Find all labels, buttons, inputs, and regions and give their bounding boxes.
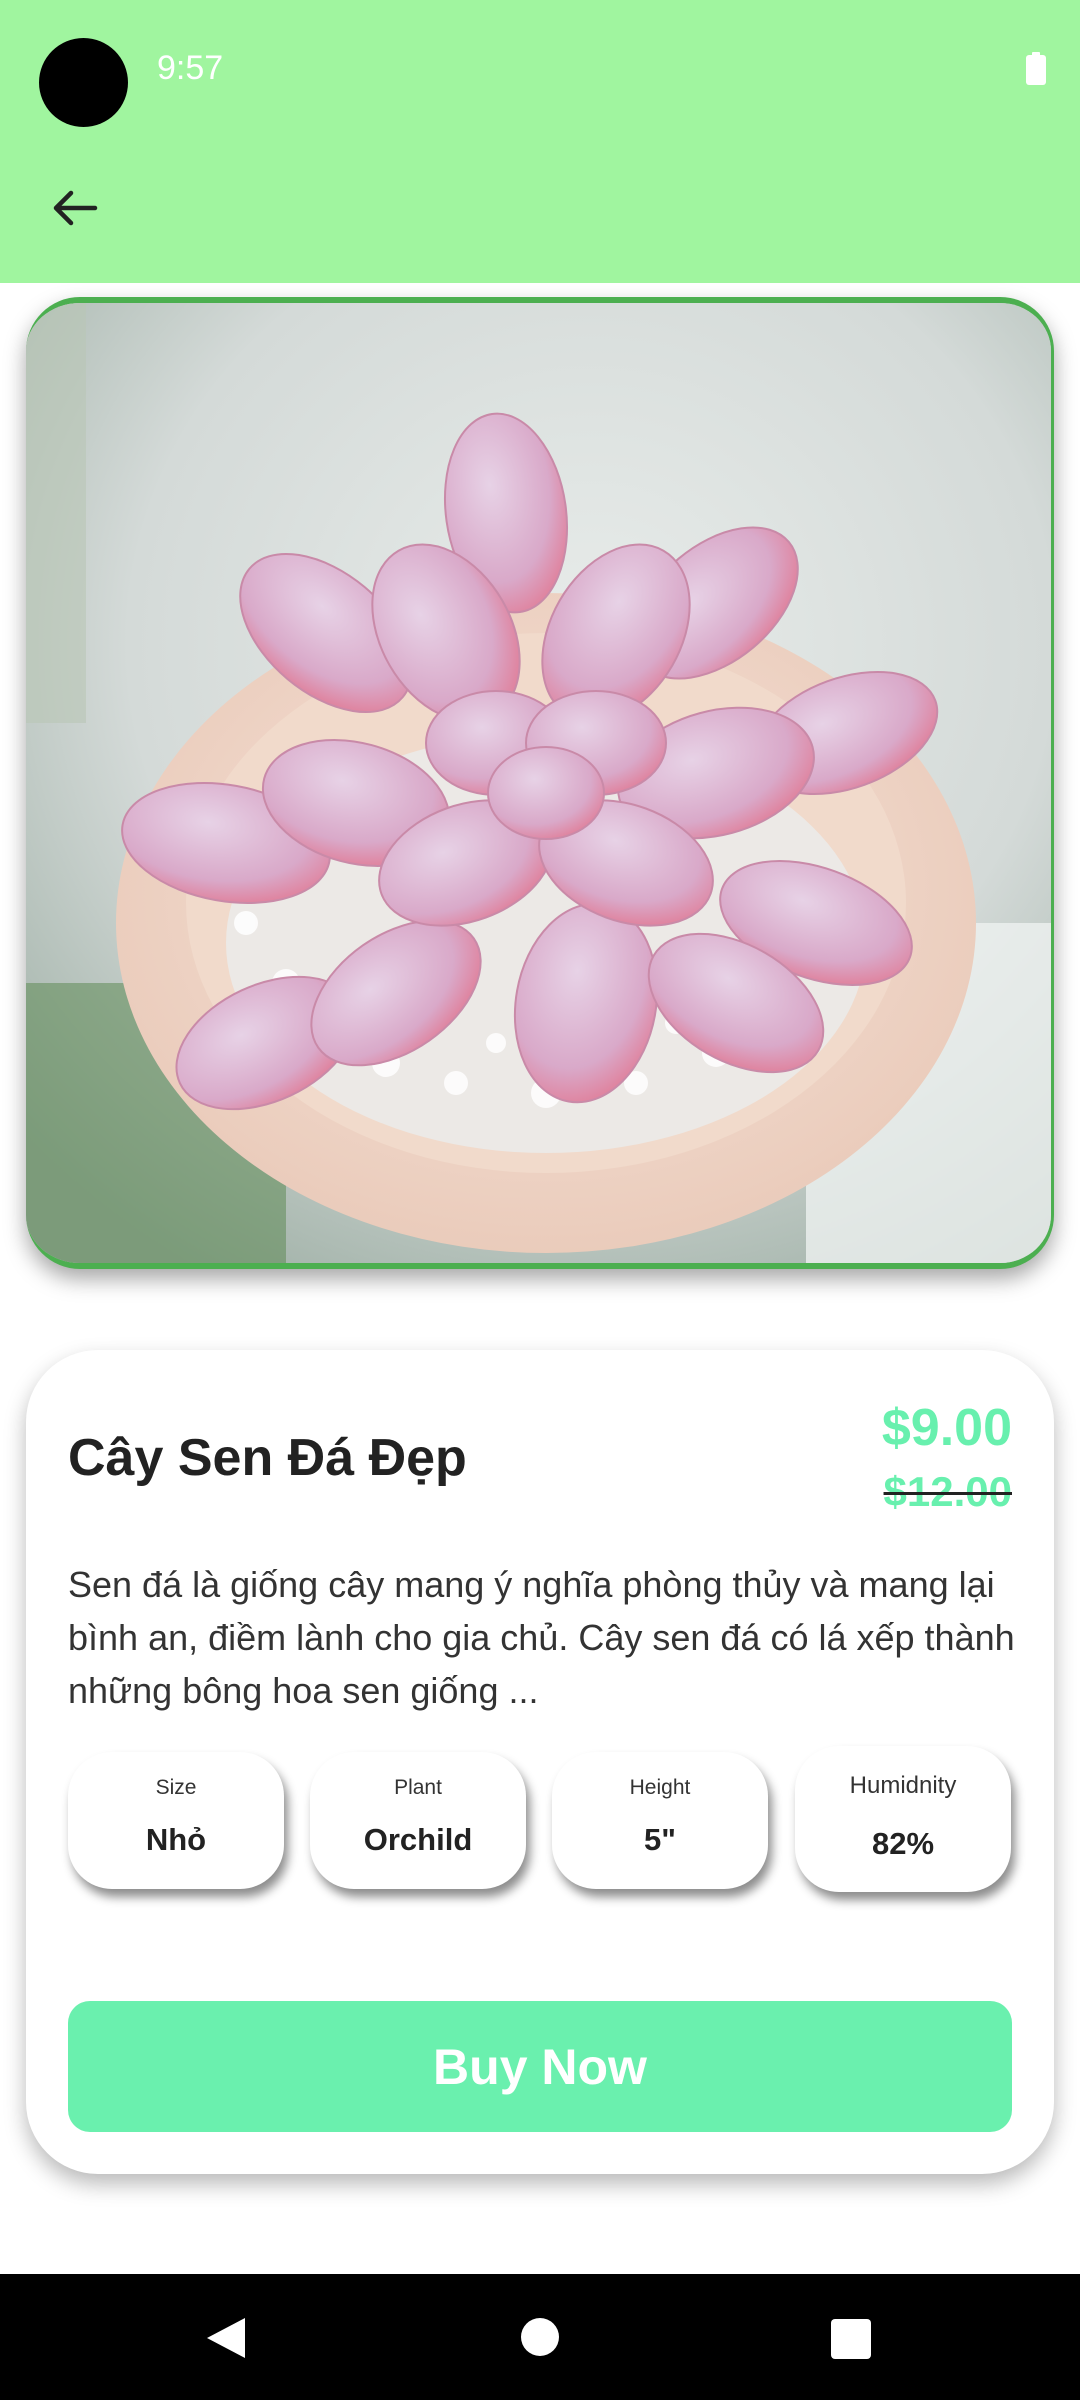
product-image [26, 297, 1054, 1269]
attribute-label: Plant [394, 1776, 442, 1799]
status-time: 9:57 [157, 49, 224, 87]
attribute-value: Nhỏ [145, 1822, 207, 1857]
battery-icon [1026, 52, 1046, 85]
product-price: $9.00 [881, 1399, 1012, 1457]
attribute-plant: Plant Orchild [310, 1752, 526, 1889]
attribute-label: Humidnity [849, 1772, 957, 1799]
product-details-card: Cây Sen Đá Đẹp $9.00 $12.00 Sen đá là gi… [26, 1350, 1054, 2174]
arrow-left-icon [53, 190, 98, 226]
succulent-illustration [26, 303, 1051, 1263]
back-button[interactable] [36, 170, 112, 246]
camera-cutout [39, 38, 128, 127]
product-old-price: $12.00 [883, 1468, 1012, 1515]
buy-now-button[interactable]: Buy Now [68, 2001, 1012, 2132]
attribute-chips: Size Nhỏ Plant Orchild Height 5" Humidni… [68, 1746, 1012, 1912]
nav-home-icon[interactable] [521, 2318, 559, 2356]
product-title: Cây Sen Đá Đẹp [68, 1429, 467, 1487]
attribute-value: 5" [644, 1822, 676, 1857]
attribute-size: Size Nhỏ [68, 1752, 284, 1889]
attribute-height: Height 5" [552, 1752, 768, 1889]
nav-recents-icon[interactable] [831, 2319, 871, 2359]
attribute-value: 82% [871, 1826, 935, 1861]
product-description: Sen đá là giống cây mang ý nghĩa phòng t… [68, 1564, 1015, 1711]
attribute-label: Size [155, 1776, 197, 1799]
attribute-value: Orchild [363, 1822, 473, 1857]
attribute-label: Height [629, 1776, 691, 1799]
nav-back-icon[interactable] [205, 2316, 247, 2360]
system-nav-bar [0, 2274, 1080, 2400]
attribute-humidity: Humidnity 82% [795, 1746, 1011, 1892]
app-header: 9:57 [0, 0, 1080, 283]
